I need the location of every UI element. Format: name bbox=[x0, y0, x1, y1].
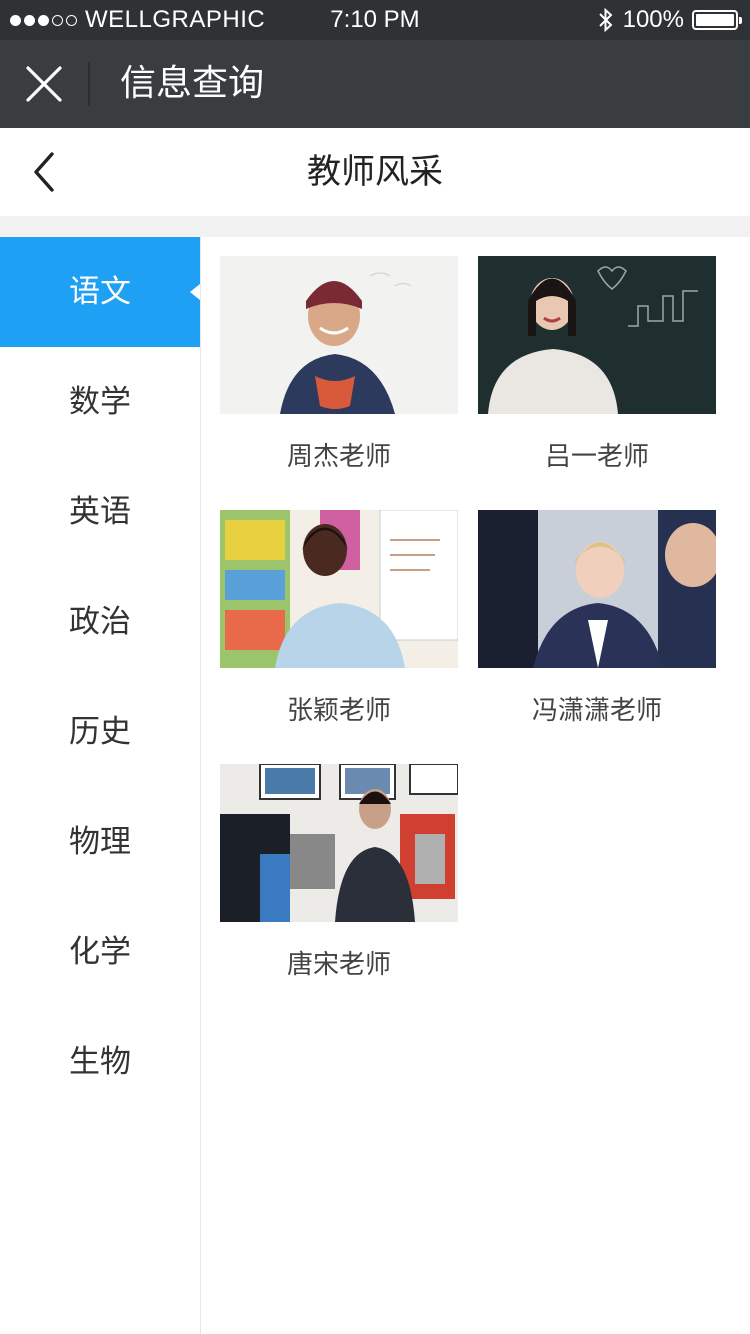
sidebar-item-politics[interactable]: 政治 bbox=[0, 567, 200, 677]
teacher-card[interactable]: 冯潇潇老师 bbox=[478, 510, 716, 744]
sidebar-item-english[interactable]: 英语 bbox=[0, 457, 200, 567]
teacher-photo-image bbox=[220, 510, 458, 668]
teacher-photo-image bbox=[220, 256, 458, 414]
status-bar: WELLGRAPHIC 7:10 PM 100% bbox=[0, 0, 750, 40]
teacher-photo bbox=[478, 256, 716, 414]
page-header: 教师风采 bbox=[0, 128, 750, 216]
teacher-photo-image bbox=[478, 256, 716, 414]
teacher-name: 周杰老师 bbox=[286, 442, 391, 472]
page-title: 教师风采 bbox=[307, 152, 443, 192]
subject-sidebar: 语文 数学 英语 政治 历史 物理 化学 生物 bbox=[0, 237, 201, 1334]
nav-title: 信息查询 bbox=[120, 63, 265, 104]
teacher-photo bbox=[220, 764, 458, 922]
teacher-photo bbox=[478, 510, 716, 668]
section-divider bbox=[0, 216, 750, 237]
status-right: 100% bbox=[597, 0, 742, 40]
battery-percent: 100% bbox=[622, 6, 684, 33]
teacher-name: 张颖老师 bbox=[286, 696, 391, 726]
teacher-photo-image bbox=[220, 764, 458, 922]
teacher-name: 冯潇潇老师 bbox=[531, 696, 662, 726]
teacher-card[interactable]: 吕一老师 bbox=[478, 256, 716, 490]
teacher-photo bbox=[220, 510, 458, 668]
battery-icon bbox=[692, 10, 742, 30]
teacher-card[interactable]: 周杰老师 bbox=[220, 256, 458, 490]
teacher-card[interactable]: 张颖老师 bbox=[220, 510, 458, 744]
sidebar-item-biology[interactable]: 生物 bbox=[0, 1007, 200, 1117]
teacher-card[interactable]: 唐宋老师 bbox=[220, 764, 458, 998]
sidebar-item-math[interactable]: 数学 bbox=[0, 347, 200, 457]
close-icon[interactable] bbox=[22, 62, 66, 106]
sidebar-item-physics[interactable]: 物理 bbox=[0, 787, 200, 897]
sidebar-item-chemistry[interactable]: 化学 bbox=[0, 897, 200, 1007]
teacher-name: 吕一老师 bbox=[544, 442, 649, 472]
nav-divider bbox=[88, 62, 90, 106]
teacher-photo bbox=[220, 256, 458, 414]
sidebar-item-chinese[interactable]: 语文 bbox=[0, 237, 200, 347]
sidebar-item-history[interactable]: 历史 bbox=[0, 677, 200, 787]
teacher-photo-image bbox=[478, 510, 716, 668]
teacher-name: 唐宋老师 bbox=[286, 950, 391, 980]
bluetooth-icon bbox=[598, 7, 613, 33]
nav-bar: 信息查询 bbox=[0, 40, 750, 128]
